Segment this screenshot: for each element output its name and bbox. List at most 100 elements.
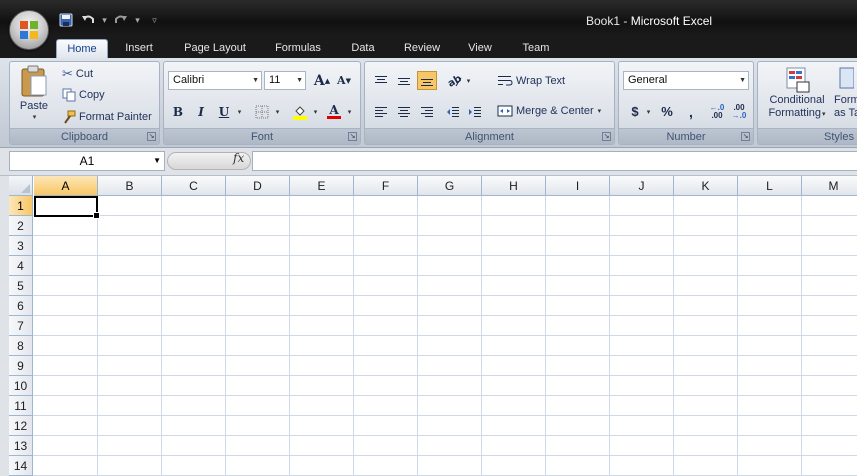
clipboard-dialog-launcher-icon[interactable]: ↘ (147, 132, 156, 141)
grow-font-button[interactable]: A ▲ (312, 71, 332, 90)
column-header-g[interactable]: G (418, 176, 482, 196)
column-header-e[interactable]: E (290, 176, 354, 196)
save-icon[interactable] (56, 10, 76, 30)
column-header-k[interactable]: K (674, 176, 738, 196)
row-header-14[interactable]: 14 (9, 456, 33, 476)
tab-team[interactable]: Team (517, 39, 555, 58)
font-color-dropdown-icon[interactable]: ▾ (344, 102, 354, 121)
row-header-7[interactable]: 7 (9, 316, 33, 336)
select-all-button[interactable] (9, 176, 33, 196)
app-name: Microsoft Excel (630, 14, 713, 28)
gridline-horizontal (33, 335, 857, 336)
column-header-l[interactable]: L (738, 176, 802, 196)
gridline-horizontal (33, 435, 857, 436)
merge-center-button[interactable]: Merge & Center ▾ (497, 105, 601, 117)
column-header-j[interactable]: J (610, 176, 674, 196)
column-header-f[interactable]: F (354, 176, 418, 196)
middle-align-button[interactable] (394, 71, 414, 90)
insert-function-icon[interactable]: fx (233, 151, 244, 165)
tab-review[interactable]: Review (400, 39, 444, 58)
column-header-b[interactable]: B (98, 176, 162, 196)
worksheet-grid[interactable]: A B C D E F G H I J K L M 1 2 3 4 5 6 7 8 9 10 11 12 13 14 (0, 176, 857, 476)
font-dialog-launcher-icon[interactable]: ↘ (348, 132, 357, 141)
paste-button[interactable]: Paste ▾ (14, 65, 54, 121)
tab-insert[interactable]: Insert (118, 39, 160, 58)
column-header-h[interactable]: H (482, 176, 546, 196)
redo-icon[interactable] (111, 10, 131, 30)
wrap-text-button[interactable]: Wrap Text (497, 74, 565, 88)
office-button[interactable] (9, 10, 49, 50)
align-right-button[interactable] (417, 102, 437, 121)
shrink-font-button[interactable]: A ▼ (334, 71, 354, 90)
borders-button[interactable] (252, 102, 272, 121)
alignment-dialog-launcher-icon[interactable]: ↘ (602, 132, 611, 141)
underline-dropdown-icon[interactable]: ▾ (234, 102, 244, 121)
format-painter-button[interactable]: Format Painter (62, 110, 152, 124)
increase-indent-button[interactable] (465, 102, 485, 121)
font-size-select[interactable]: 11 ▼ (264, 71, 306, 90)
comma-style-button[interactable]: , (681, 102, 701, 121)
row-header-13[interactable]: 13 (9, 436, 33, 456)
tab-view[interactable]: View (463, 39, 497, 58)
row-header-2[interactable]: 2 (9, 216, 33, 236)
column-header-a[interactable]: A (34, 176, 98, 196)
row-header-10[interactable]: 10 (9, 376, 33, 396)
font-color-button[interactable]: A (324, 102, 344, 121)
decrease-indent-button[interactable] (443, 102, 463, 121)
paste-dropdown-icon[interactable]: ▾ (33, 113, 37, 121)
row-header-12[interactable]: 12 (9, 416, 33, 436)
fill-color-button[interactable] (290, 102, 310, 121)
format-as-table-button[interactable]: Format as Table (834, 66, 857, 120)
conditional-formatting-button[interactable]: Conditional Formatting▾ (762, 66, 832, 121)
undo-dropdown-icon[interactable]: ▾ (100, 15, 109, 26)
customize-qat-icon[interactable]: ▿ (150, 15, 159, 26)
currency-dropdown-icon[interactable]: ▾ (643, 102, 653, 121)
italic-button[interactable]: I (191, 102, 211, 121)
orientation-dropdown-icon[interactable]: ▾ (463, 71, 473, 90)
window-title: Book1 - Microsoft Excel (586, 14, 712, 28)
tab-formulas[interactable]: Formulas (270, 39, 326, 58)
column-header-m[interactable]: M (802, 176, 857, 196)
row-header-11[interactable]: 11 (9, 396, 33, 416)
increase-decimal-button[interactable]: ←.0 .00 (707, 102, 727, 121)
number-format-select[interactable]: General ▼ (623, 71, 749, 90)
decrease-decimal-button[interactable]: .00 →.0 (729, 102, 749, 121)
currency-button[interactable]: $ (625, 102, 645, 121)
row-header-6[interactable]: 6 (9, 296, 33, 316)
row-header-4[interactable]: 4 (9, 256, 33, 276)
font-family-select[interactable]: Calibri ▼ (168, 71, 262, 90)
fill-color-dropdown-icon[interactable]: ▾ (310, 102, 320, 121)
redo-dropdown-icon[interactable]: ▾ (133, 15, 142, 26)
merge-center-dropdown-icon[interactable]: ▾ (598, 107, 602, 115)
tab-data[interactable]: Data (345, 39, 381, 58)
row-header-5[interactable]: 5 (9, 276, 33, 296)
undo-icon[interactable] (78, 10, 98, 30)
tab-home[interactable]: Home (56, 39, 108, 58)
conditional-formatting-icon (786, 67, 810, 93)
column-header-c[interactable]: C (162, 176, 226, 196)
row-header-9[interactable]: 9 (9, 356, 33, 376)
top-align-button[interactable] (371, 71, 391, 90)
active-cell[interactable] (34, 196, 100, 219)
bottom-align-button[interactable] (417, 71, 437, 90)
orientation-button[interactable]: ab (445, 71, 465, 90)
gridline-horizontal (33, 455, 857, 456)
tab-page-layout[interactable]: Page Layout (179, 39, 251, 58)
formula-input[interactable] (252, 151, 857, 171)
row-header-1[interactable]: 1 (9, 196, 33, 216)
row-header-8[interactable]: 8 (9, 336, 33, 356)
cut-button[interactable]: ✂ Cut (62, 66, 93, 82)
copy-button[interactable]: Copy (62, 88, 105, 102)
underline-button[interactable]: U (214, 102, 234, 121)
borders-dropdown-icon[interactable]: ▾ (272, 102, 282, 121)
align-left-button[interactable] (371, 102, 391, 121)
align-center-button[interactable] (394, 102, 414, 121)
name-box-dropdown-icon[interactable]: ▼ (153, 152, 161, 170)
row-header-3[interactable]: 3 (9, 236, 33, 256)
column-header-i[interactable]: I (546, 176, 610, 196)
number-dialog-launcher-icon[interactable]: ↘ (741, 132, 750, 141)
bold-button[interactable]: B (168, 102, 188, 121)
percent-button[interactable]: % (657, 102, 677, 121)
column-header-d[interactable]: D (226, 176, 290, 196)
name-box[interactable]: A1 ▼ (9, 151, 165, 171)
